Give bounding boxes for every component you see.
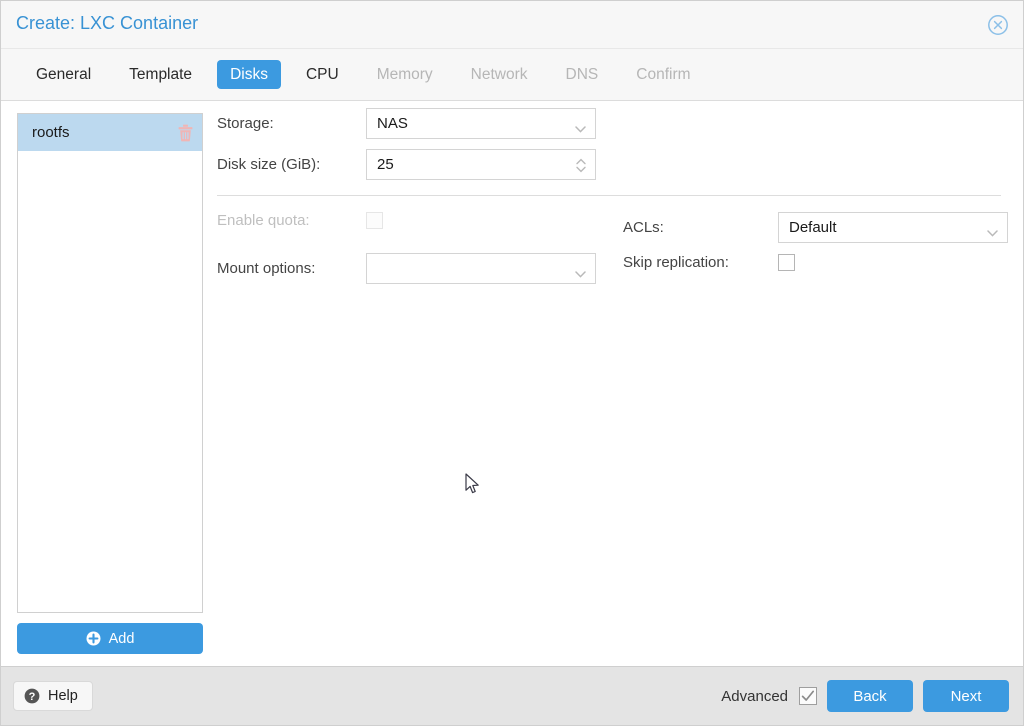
trash-icon[interactable] (177, 124, 194, 142)
storage-label: Storage: (217, 115, 274, 132)
next-button[interactable]: Next (923, 680, 1009, 712)
acls-row: ACLs: Default (623, 212, 1008, 243)
mount-options-row: Mount options: (217, 253, 596, 284)
form-divider (217, 195, 1001, 196)
back-button[interactable]: Back (827, 680, 913, 712)
list-item[interactable]: rootfs (18, 114, 202, 151)
enable-quota-row: Enable quota: (217, 212, 383, 229)
enable-quota-checkbox (366, 212, 383, 229)
question-circle-icon: ? (24, 688, 40, 704)
disk-size-label: Disk size (GiB): (217, 156, 321, 173)
skip-replication-label: Skip replication: (623, 254, 729, 271)
quantity-stepper[interactable] (575, 157, 587, 174)
tab-cpu[interactable]: CPU (293, 60, 352, 90)
wizard-tabbar: General Template Disks CPU Memory Networ… (1, 49, 1023, 101)
dialog-title: Create: LXC Container (16, 13, 199, 33)
storage-select[interactable]: NAS (366, 108, 596, 139)
mount-point-list: rootfs (17, 113, 203, 613)
tab-network: Network (470, 65, 528, 83)
tab-dns: DNS (565, 65, 599, 83)
advanced-label: Advanced (721, 687, 788, 705)
plus-circle-icon (86, 631, 101, 646)
chevron-down-icon[interactable] (575, 265, 586, 278)
enable-quota-label: Enable quota: (217, 212, 310, 229)
footer-actions: Advanced Back Next (721, 680, 1009, 712)
chevron-down-icon[interactable] (575, 120, 586, 133)
svg-text:?: ? (29, 691, 36, 703)
dialog-titlebar: Create: LXC Container (1, 1, 1023, 49)
acls-label: ACLs: (623, 219, 664, 236)
disk-size-value: 25 (377, 156, 394, 173)
skip-replication-row: Skip replication: (623, 254, 795, 271)
help-button-label: Help (48, 688, 78, 704)
help-button[interactable]: ? Help (13, 681, 93, 711)
mount-options-label: Mount options: (217, 260, 316, 277)
skip-replication-checkbox[interactable] (778, 254, 795, 271)
disk-size-row: Disk size (GiB): 25 (217, 149, 596, 180)
tab-confirm: Confirm (636, 65, 691, 83)
acls-value: Default (789, 219, 837, 236)
add-button-label: Add (108, 630, 135, 647)
chevron-down-icon[interactable] (987, 224, 998, 237)
storage-value: NAS (377, 115, 408, 132)
close-icon[interactable] (987, 14, 1009, 36)
add-mount-point-button[interactable]: Add (17, 623, 203, 654)
dialog-body: rootfs Add Storage: NAS Disk size (GiB):… (1, 101, 1023, 666)
list-item-label: rootfs (32, 124, 70, 141)
dialog-footer: ? Help Advanced Back Next (1, 666, 1023, 725)
tab-memory: Memory (376, 65, 433, 83)
tab-template[interactable]: Template (116, 60, 205, 90)
create-lxc-container-dialog: Create: LXC Container General Template D… (0, 0, 1024, 726)
tab-disks[interactable]: Disks (217, 59, 281, 90)
storage-row: Storage: NAS (217, 108, 596, 139)
disk-form: Storage: NAS Disk size (GiB): 25 Enable … (217, 101, 1023, 666)
disk-size-input[interactable]: 25 (366, 149, 596, 180)
advanced-checkbox[interactable] (799, 687, 817, 705)
acls-select[interactable]: Default (778, 212, 1008, 243)
mount-options-select[interactable] (366, 253, 596, 284)
tab-general[interactable]: General (23, 60, 104, 90)
